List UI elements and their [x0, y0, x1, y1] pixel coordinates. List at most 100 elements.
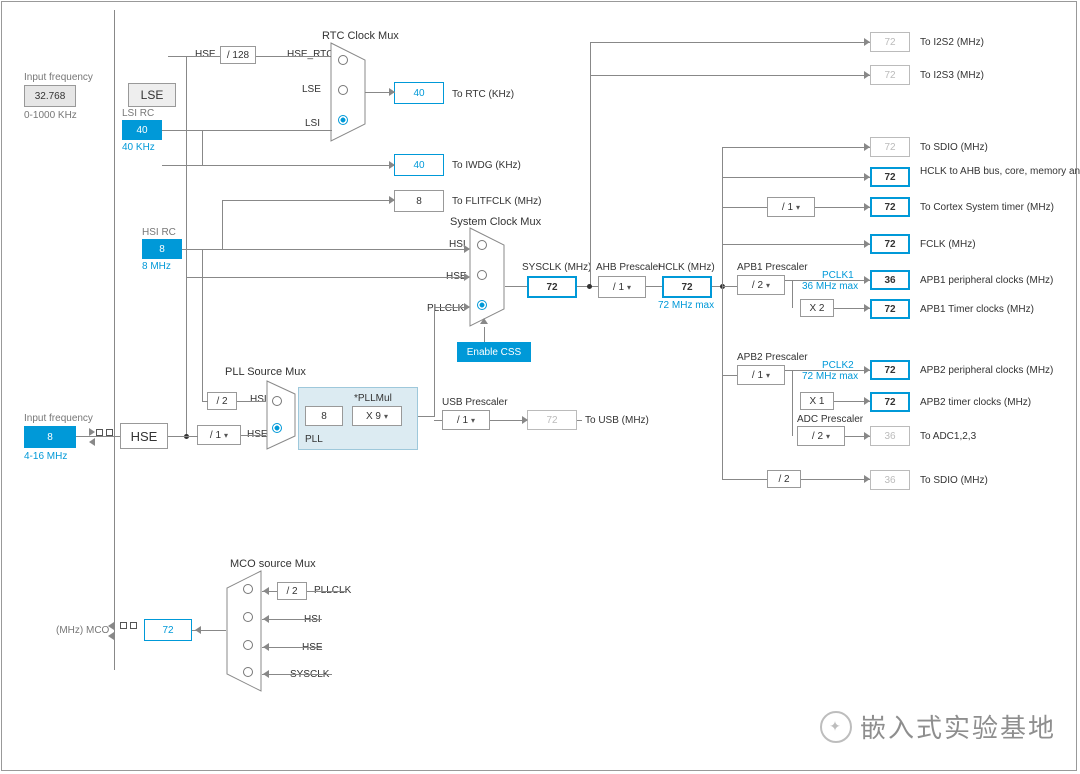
adc-presc-select[interactable]: / 2▾ — [797, 426, 845, 446]
apb2-timer-label: APB2 timer clocks (MHz) — [920, 397, 1031, 408]
flitf-value: 8 — [394, 190, 444, 212]
fclk-label: FCLK (MHz) — [920, 239, 976, 250]
mco-sysclk-radio[interactable] — [243, 667, 253, 677]
pll-src-mux[interactable] — [266, 380, 296, 450]
sysclk-label: SYSCLK (MHz) — [522, 262, 591, 273]
pll-hsi-lbl: HSI — [250, 394, 267, 405]
lse-input-freq[interactable]: 32.768 — [24, 85, 76, 107]
rtc-mux-title: RTC Clock Mux — [322, 30, 399, 42]
apb2-presc-select[interactable]: / 1▾ — [737, 365, 785, 385]
pll-hsi-div2: / 2 — [207, 392, 237, 410]
hclk-label: HCLK (MHz) — [658, 262, 715, 273]
lsi-rc-label: LSI RC — [122, 108, 154, 119]
usb-value: 72 — [527, 410, 577, 430]
pll-input-value: 8 — [305, 406, 343, 426]
adc-value: 36 — [870, 426, 910, 446]
fclk-value: 72 — [870, 234, 910, 254]
wechat-icon: ✦ — [820, 711, 852, 743]
apb1-timer-label: APB1 Timer clocks (MHz) — [920, 304, 1034, 315]
apb2-periph-value: 72 — [870, 360, 910, 380]
i2s2-value: 72 — [870, 32, 910, 52]
usb-label: To USB (MHz) — [585, 415, 649, 426]
apb2-periph-label: APB2 peripheral clocks (MHz) — [920, 365, 1053, 376]
sdio-bottom-label: To SDIO (MHz) — [920, 475, 988, 486]
pll-hse-prescaler[interactable]: / 1▾ — [197, 425, 241, 445]
sdio-div2: / 2 — [767, 470, 801, 488]
lse-source: LSE — [128, 83, 176, 107]
mco-value: 72 — [144, 619, 192, 641]
cortex-presc-select[interactable]: / 1▾ — [767, 197, 815, 217]
cortex-value: 72 — [870, 197, 910, 217]
apb1-timer-value: 72 — [870, 299, 910, 319]
watermark: ✦ 嵌入式实验基地 — [820, 708, 1056, 745]
ahbbus-label: HCLK to AHB bus, core, memory and DMA (M… — [920, 167, 1070, 177]
cortex-label: To Cortex System timer (MHz) — [920, 202, 1054, 213]
mco-hse-radio[interactable] — [243, 640, 253, 650]
iwdg-value: 40 — [394, 154, 444, 176]
rtc-hse-div: / 128 — [220, 46, 256, 64]
usb-presc-select[interactable]: / 1▾ — [442, 410, 490, 430]
sysclk-mux[interactable] — [469, 227, 505, 327]
rtc-mux-hse-radio[interactable] — [338, 55, 348, 65]
rtc-mux-lse-radio[interactable] — [338, 85, 348, 95]
mco-port-label: (MHz) MCO — [56, 625, 109, 636]
pll-name: PLL — [305, 434, 323, 445]
hsi-rc-label: HSI RC — [142, 227, 176, 238]
apb1-periph-label: APB1 peripheral clocks (MHz) — [920, 275, 1053, 286]
pll-mul-select[interactable]: X 9▾ — [352, 406, 402, 426]
apb2-max: 72 MHz max — [802, 371, 858, 382]
sysclk-value[interactable]: 72 — [527, 276, 577, 298]
i2s2-label: To I2S2 (MHz) — [920, 37, 984, 48]
rtc-hse-line-lbl: HSE — [195, 49, 216, 60]
apb1-max: 36 MHz max — [802, 281, 858, 292]
sysclk-hsi-radio[interactable] — [477, 240, 487, 250]
rtc-hse-rtc-lbl: HSE_RTC — [287, 49, 334, 60]
hse-input-freq-label: Input frequency — [24, 413, 93, 424]
apb1-label: APB1 Prescaler — [737, 262, 808, 273]
rtc-label: To RTC (KHz) — [452, 89, 514, 100]
sdio-top-label: To SDIO (MHz) — [920, 142, 988, 153]
rtc-lse-lbl: LSE — [302, 84, 321, 95]
clock-config-diagram: Input frequency 32.768 0-1000 KHz LSE LS… — [1, 1, 1077, 771]
ahb-presc-select[interactable]: / 1▾ — [598, 276, 646, 298]
apb1-presc-select[interactable]: / 2▾ — [737, 275, 785, 295]
enable-css-button[interactable]: Enable CSS — [457, 342, 531, 362]
sdio-top-value: 72 — [870, 137, 910, 157]
rtc-mux-lsi-radio[interactable] — [338, 115, 348, 125]
apb2-timer-mul: X 1 — [800, 392, 834, 410]
hsi-unit: 8 MHz — [142, 261, 171, 272]
pll-mul-lbl: *PLLMul — [354, 393, 392, 404]
flitf-label: To FLITFCLK (MHz) — [452, 196, 541, 207]
apb1-timer-mul: X 2 — [800, 299, 834, 317]
hse-input-range: 4-16 MHz — [24, 451, 67, 462]
lsi-value: 40 — [122, 120, 162, 140]
ahbbus-value: 72 — [870, 167, 910, 187]
rtc-value: 40 — [394, 82, 444, 104]
lsi-unit: 40 KHz — [122, 142, 155, 153]
hse-source: HSE — [120, 423, 168, 449]
hse-input-freq[interactable]: 8 — [24, 426, 76, 448]
hclk-value[interactable]: 72 — [662, 276, 712, 298]
apb2-timer-value: 72 — [870, 392, 910, 412]
rtc-lsi-lbl: LSI — [305, 118, 320, 129]
mco-pllclk-radio[interactable] — [243, 584, 253, 594]
mco-hsi-radio[interactable] — [243, 612, 253, 622]
iwdg-label: To IWDG (KHz) — [452, 160, 521, 171]
sysclk-hse-radio[interactable] — [477, 270, 487, 280]
adc-presc-label: ADC Prescaler — [797, 414, 863, 425]
i2s3-label: To I2S3 (MHz) — [920, 70, 984, 81]
pll-src-hsi-radio[interactable] — [272, 396, 282, 406]
lse-input-range: 0-1000 KHz — [24, 110, 77, 121]
adc-label: To ADC1,2,3 — [920, 431, 976, 442]
sysclk-pllclk: PLLCLK — [427, 303, 464, 314]
i2s3-value: 72 — [870, 65, 910, 85]
mco-div2: / 2 — [277, 582, 307, 600]
rtc-mux[interactable] — [330, 42, 366, 142]
mco-title: MCO source Mux — [230, 558, 316, 570]
apb2-label: APB2 Prescaler — [737, 352, 808, 363]
pll-src-hse-radio[interactable] — [272, 423, 282, 433]
hsi-value: 8 — [142, 239, 182, 259]
ahb-presc-label: AHB Prescaler — [596, 262, 662, 273]
pll-src-title: PLL Source Mux — [225, 366, 306, 378]
sysclk-pllclk-radio[interactable] — [477, 300, 487, 310]
